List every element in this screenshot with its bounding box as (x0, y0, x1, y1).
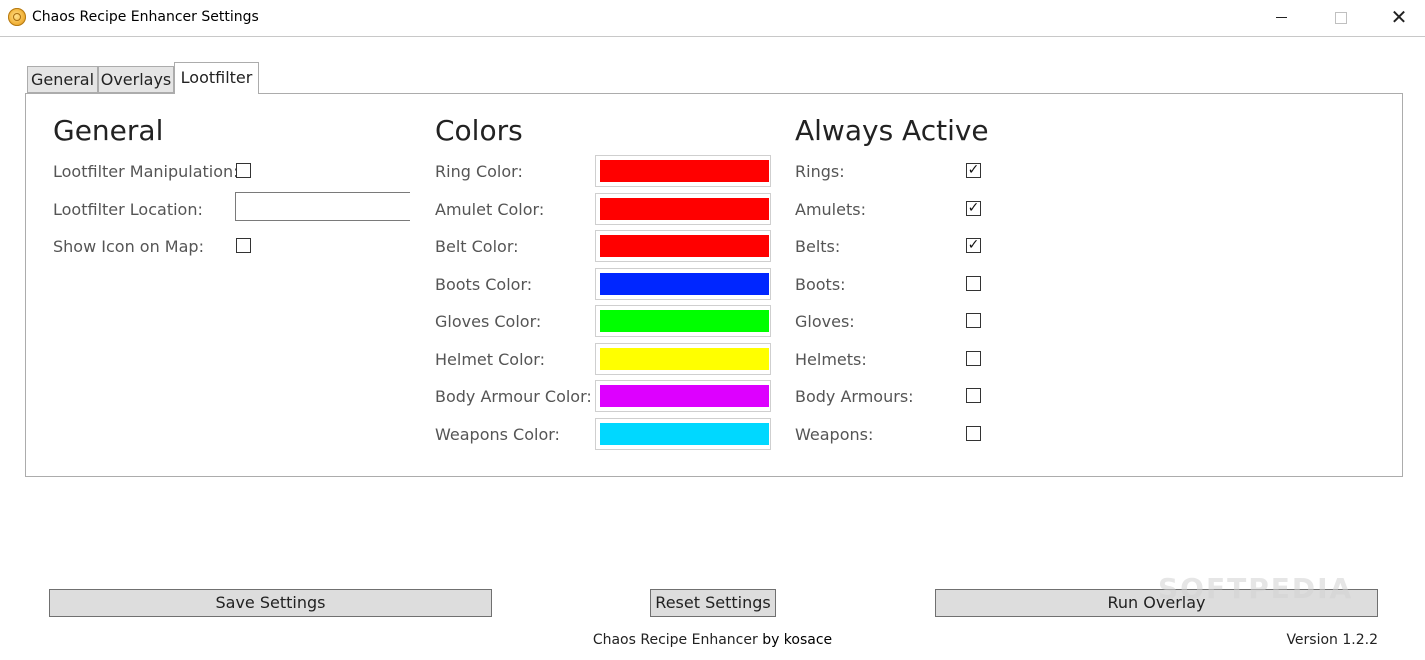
footer-credit: Chaos Recipe Enhancer by kosace (0, 632, 1425, 648)
lootfilter-panel: General Lootfilter Manipulation: Lootfil… (25, 93, 1403, 477)
always-active-checkbox[interactable] (966, 276, 981, 291)
color-fill (600, 310, 769, 332)
color-picker-swatch[interactable] (595, 305, 771, 337)
color-label: Helmet Color: (435, 350, 545, 369)
always-active-checkbox[interactable] (966, 351, 981, 366)
color-label: Boots Color: (435, 275, 533, 294)
show-icon-on-map-checkbox[interactable] (236, 238, 251, 253)
minimize-button[interactable] (1252, 0, 1310, 36)
always-active-checkbox[interactable] (966, 426, 981, 441)
color-picker-swatch[interactable] (595, 380, 771, 412)
show-icon-on-map-label: Show Icon on Map: (53, 237, 204, 256)
close-button[interactable]: ✕ (1370, 0, 1425, 36)
footer-author: by kosace (762, 632, 833, 648)
color-label: Belt Color: (435, 237, 519, 256)
color-fill (600, 235, 769, 257)
color-picker-swatch[interactable] (595, 418, 771, 450)
always-active-checkbox[interactable] (966, 201, 981, 216)
always-active-label: Rings: (795, 162, 845, 181)
tab-overlays[interactable]: Overlays (98, 66, 174, 93)
softpedia-watermark: SOFTPEDIA (1158, 572, 1354, 605)
app-logo-icon (8, 8, 26, 26)
color-label: Amulet Color: (435, 200, 545, 219)
color-fill (600, 198, 769, 220)
always-active-section-title: Always Active (795, 114, 989, 147)
color-fill (600, 423, 769, 445)
color-label: Gloves Color: (435, 312, 542, 331)
color-fill (600, 385, 769, 407)
maximize-icon (1335, 11, 1347, 24)
colors-section-title: Colors (435, 114, 523, 147)
reset-settings-button[interactable]: Reset Settings (650, 589, 776, 617)
lootfilter-location-label: Lootfilter Location: (53, 200, 203, 219)
minimize-icon (1275, 17, 1287, 18)
color-picker-swatch[interactable] (595, 155, 771, 187)
window-title: Chaos Recipe Enhancer Settings (32, 9, 259, 25)
color-label: Body Armour Color: (435, 387, 592, 406)
title-bar: Chaos Recipe Enhancer Settings ✕ (0, 0, 1425, 37)
color-fill (600, 160, 769, 182)
always-active-label: Weapons: (795, 425, 874, 444)
save-settings-button[interactable]: Save Settings (49, 589, 492, 617)
always-active-label: Gloves: (795, 312, 855, 331)
always-active-label: Body Armours: (795, 387, 914, 406)
color-picker-swatch[interactable] (595, 193, 771, 225)
color-fill (600, 273, 769, 295)
color-picker-swatch[interactable] (595, 230, 771, 262)
color-picker-swatch[interactable] (595, 343, 771, 375)
close-icon: ✕ (1390, 5, 1408, 29)
maximize-button[interactable] (1312, 0, 1370, 36)
footer-app-name: Chaos Recipe Enhancer (592, 632, 763, 648)
always-active-checkbox[interactable] (966, 163, 981, 178)
color-label: Ring Color: (435, 162, 523, 181)
lootfilter-manipulation-checkbox[interactable] (236, 163, 251, 178)
lootfilter-location-input[interactable] (235, 192, 410, 221)
version-label: Version 1.2.2 (1286, 632, 1378, 648)
lootfilter-manipulation-label: Lootfilter Manipulation: (53, 162, 239, 181)
always-active-label: Belts: (795, 237, 841, 256)
always-active-label: Helmets: (795, 350, 867, 369)
always-active-label: Amulets: (795, 200, 866, 219)
always-active-checkbox[interactable] (966, 238, 981, 253)
always-active-checkbox[interactable] (966, 388, 981, 403)
tab-general[interactable]: General (27, 66, 98, 93)
tab-lootfilter[interactable]: Lootfilter (174, 62, 259, 94)
color-fill (600, 348, 769, 370)
always-active-label: Boots: (795, 275, 846, 294)
color-label: Weapons Color: (435, 425, 560, 444)
always-active-checkbox[interactable] (966, 313, 981, 328)
general-section-title: General (53, 114, 164, 147)
color-picker-swatch[interactable] (595, 268, 771, 300)
